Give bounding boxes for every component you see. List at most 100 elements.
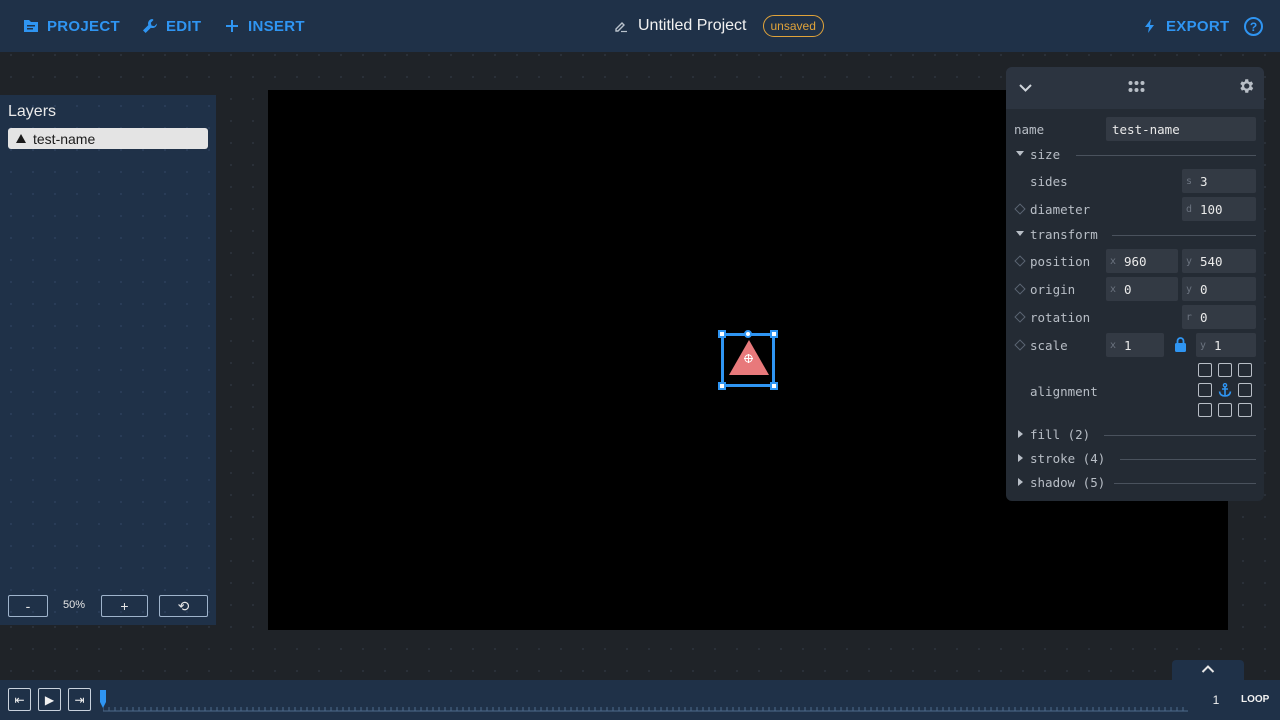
chevron-down-icon[interactable] (1018, 80, 1033, 95)
origin-x-value: 0 (1124, 281, 1132, 297)
anchor-icon[interactable] (1218, 383, 1232, 397)
export-label: EXPORT (1166, 17, 1230, 35)
x-prefix: x (1110, 339, 1117, 351)
diameter-field[interactable]: d 100 (1182, 197, 1256, 221)
plus-icon (226, 20, 238, 32)
align-bottom-center[interactable] (1218, 403, 1232, 417)
origin-y-field[interactable]: y0 (1182, 277, 1256, 301)
timeline-toggle[interactable] (1172, 660, 1244, 680)
fill-section-header[interactable]: fill (2) (1006, 425, 1264, 445)
gear-icon[interactable] (1237, 77, 1255, 95)
name-value: test-name (1112, 121, 1180, 137)
inspector-header (1006, 67, 1264, 109)
insert-menu-label: INSERT (248, 17, 305, 35)
name-field[interactable]: test-name (1106, 117, 1256, 141)
align-middle-left[interactable] (1198, 383, 1212, 397)
position-x-field[interactable]: x 960 (1106, 249, 1178, 273)
keyframe-diamond-icon[interactable] (1014, 339, 1026, 351)
timeline-bar: ⇤ ▶ ⇥ 1 LOOP (0, 680, 1280, 720)
y-prefix: y (1186, 283, 1193, 295)
help-button[interactable]: ? (1244, 17, 1263, 36)
scale-y-value: 1 (1214, 337, 1222, 353)
zoom-in-button[interactable]: + (101, 595, 148, 617)
origin-row: origin x0 y0 (1006, 277, 1264, 301)
caret-down-icon (1016, 151, 1024, 156)
sides-field[interactable]: s3 (1182, 169, 1256, 193)
layers-title: Layers (8, 103, 57, 120)
project-menu-button[interactable]: PROJECT (23, 0, 120, 52)
rotation-value: 0 (1200, 309, 1208, 325)
rotation-field[interactable]: r0 (1182, 305, 1256, 329)
scale-x-value: 1 (1124, 337, 1132, 353)
skip-to-start-button[interactable]: ⇤ (8, 688, 31, 711)
sides-value: 3 (1200, 173, 1208, 189)
caret-down-icon (1016, 231, 1024, 236)
sides-prefix: s (1186, 175, 1193, 187)
size-section-title: size (1030, 147, 1061, 162)
project-title[interactable]: Untitled Project (638, 17, 747, 35)
scale-x-field[interactable]: x1 (1106, 333, 1164, 357)
edit-pencil-icon[interactable] (614, 19, 628, 33)
layer-item[interactable]: test-name (8, 128, 208, 149)
shadow-section-header[interactable]: shadow (5) (1006, 473, 1264, 493)
selection-box[interactable] (718, 330, 778, 390)
section-divider (1120, 459, 1256, 460)
rotate-handle[interactable] (744, 330, 752, 338)
position-y-field[interactable]: y 540 (1182, 249, 1256, 273)
transform-section-header[interactable]: transform (1006, 225, 1264, 245)
top-bar: PROJECT EDIT INSERT Untitled Project uns… (0, 0, 1280, 52)
help-icon: ? (1249, 19, 1258, 34)
edit-menu-button[interactable]: EDIT (142, 0, 201, 52)
keyframe-diamond-icon[interactable] (1014, 255, 1026, 267)
play-button[interactable]: ▶ (38, 688, 61, 711)
section-divider (1076, 155, 1256, 156)
position-y-value: 540 (1200, 253, 1223, 269)
diameter-prefix: d (1186, 203, 1193, 215)
drag-handle-icon[interactable] (1128, 80, 1145, 93)
stroke-section-header[interactable]: stroke (4) (1006, 449, 1264, 469)
keyframe-diamond-icon[interactable] (1014, 283, 1026, 295)
caret-right-icon (1018, 454, 1023, 462)
triangle-icon (16, 134, 26, 143)
insert-menu-button[interactable]: INSERT (224, 0, 305, 52)
diameter-label: diameter (1030, 202, 1091, 217)
alignment-grid (1198, 363, 1258, 423)
align-top-center[interactable] (1218, 363, 1232, 377)
diameter-value: 100 (1200, 201, 1223, 217)
resize-handle-bottom-right[interactable] (770, 382, 778, 390)
align-middle-right[interactable] (1238, 383, 1252, 397)
timeline-ruler[interactable] (103, 700, 1188, 712)
alignment-label: alignment (1030, 384, 1098, 399)
chevron-up-icon (1201, 665, 1215, 673)
align-top-left[interactable] (1198, 363, 1212, 377)
resize-handle-top-left[interactable] (718, 330, 726, 338)
export-button[interactable]: EXPORT (1142, 0, 1229, 52)
playhead[interactable] (100, 690, 106, 708)
loop-toggle[interactable]: LOOP (1241, 694, 1269, 705)
scale-y-field[interactable]: y1 (1196, 333, 1256, 357)
zoom-reset-button[interactable]: ⟲ (159, 595, 208, 617)
position-row: position x 960 y 540 (1006, 249, 1264, 273)
layer-item-name: test-name (33, 130, 96, 147)
origin-x-field[interactable]: x0 (1106, 277, 1178, 301)
diameter-row: diameter d 100 (1006, 197, 1264, 221)
skip-to-end-button[interactable]: ⇥ (68, 688, 91, 711)
inspector-body: name test-name size sides s3 diameter d1… (1006, 109, 1264, 501)
y-prefix: y (1200, 339, 1207, 351)
size-section-header[interactable]: size (1006, 145, 1264, 165)
transform-section-title: transform (1030, 227, 1098, 242)
align-bottom-right[interactable] (1238, 403, 1252, 417)
zoom-out-button[interactable]: - (8, 595, 48, 617)
keyframe-diamond-icon[interactable] (1014, 311, 1026, 323)
align-bottom-left[interactable] (1198, 403, 1212, 417)
align-top-right[interactable] (1238, 363, 1252, 377)
sides-label: sides (1030, 174, 1068, 189)
folder-icon (24, 20, 38, 32)
lock-icon[interactable] (1174, 337, 1187, 352)
resize-handle-bottom-left[interactable] (718, 382, 726, 390)
alignment-row: alignment (1006, 363, 1264, 423)
resize-handle-top-right[interactable] (770, 330, 778, 338)
wrench-icon (143, 19, 157, 33)
keyframe-diamond-icon[interactable] (1014, 203, 1026, 215)
sides-row: sides s3 (1006, 169, 1264, 193)
